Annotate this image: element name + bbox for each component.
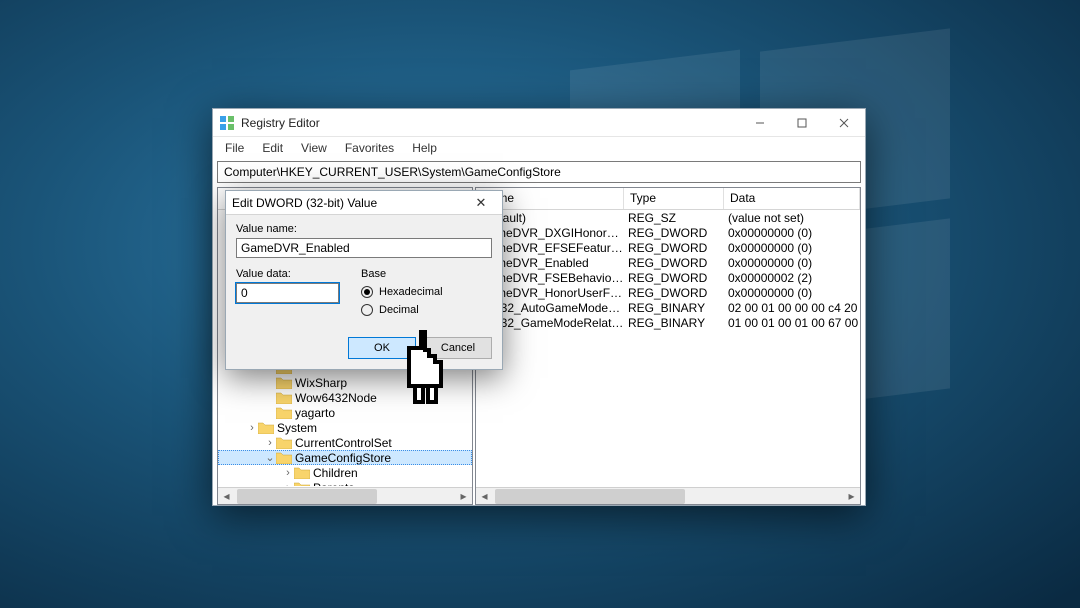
expand-icon[interactable]: ⌄ [264, 451, 276, 464]
radio-icon [361, 304, 373, 316]
value-row[interactable]: GameDVR_HonorUserFSEB...REG_DWORD0x00000… [476, 285, 860, 300]
window-title: Registry Editor [241, 116, 739, 130]
expand-icon[interactable]: › [264, 437, 276, 449]
value-type: REG_DWORD [624, 286, 724, 300]
folder-icon [294, 481, 310, 486]
tree-item[interactable]: › Parents [218, 480, 472, 486]
value-type: REG_SZ [624, 211, 724, 225]
scroll-right-icon[interactable]: ▸ [455, 488, 472, 505]
values-header[interactable]: Name Type Data [476, 188, 860, 210]
folder-icon [276, 436, 292, 449]
value-row[interactable]: (Default)REG_SZ(value not set) [476, 210, 860, 225]
tree-item[interactable]: ⌄ GameConfigStore [218, 450, 472, 465]
folder-icon [294, 466, 310, 479]
value-type: REG_DWORD [624, 256, 724, 270]
values-pane: Name Type Data (Default)REG_SZ(value not… [475, 187, 861, 505]
radio-icon [361, 286, 373, 298]
tree-item-label: yagarto [295, 406, 335, 420]
value-row[interactable]: GameDVR_EnabledREG_DWORD0x00000000 (0) [476, 255, 860, 270]
dialog-title: Edit DWORD (32-bit) Value [232, 196, 466, 210]
scroll-left-icon[interactable]: ◂ [218, 488, 235, 505]
cancel-button[interactable]: Cancel [424, 337, 492, 359]
app-icon [219, 115, 235, 131]
values-horizontal-scrollbar[interactable]: ◂ ▸ [476, 487, 860, 504]
value-type: REG_BINARY [624, 316, 724, 330]
tree-item-label: Children [313, 466, 358, 480]
tree-item[interactable]: › CurrentControlSet [218, 435, 472, 450]
folder-icon [276, 376, 292, 389]
tree-item[interactable]: WixSharp [218, 375, 472, 390]
value-data: 0x00000000 (0) [724, 226, 860, 240]
expand-icon[interactable]: › [282, 482, 294, 487]
column-header-type[interactable]: Type [624, 188, 724, 209]
ok-button[interactable]: OK [348, 337, 416, 359]
value-row[interactable]: GameDVR_FSEBehaviorModeREG_DWORD0x000000… [476, 270, 860, 285]
value-name-label: Value name: [236, 223, 492, 235]
menu-help[interactable]: Help [404, 139, 445, 157]
edit-dword-dialog: Edit DWORD (32-bit) Value ✕ Value name: … [225, 190, 503, 370]
tree-item[interactable]: › System [218, 420, 472, 435]
menu-view[interactable]: View [293, 139, 335, 157]
tree-item-label: WixSharp [295, 376, 347, 390]
dialog-titlebar[interactable]: Edit DWORD (32-bit) Value ✕ [226, 191, 502, 215]
value-data: 02 00 01 00 00 00 c4 20 00 00 0 [724, 301, 860, 315]
value-type: REG_DWORD [624, 271, 724, 285]
value-row[interactable]: Win32_AutoGameModeDef...REG_BINARY02 00 … [476, 300, 860, 315]
base-group-label: Base [361, 268, 492, 280]
scroll-right-icon[interactable]: ▸ [843, 488, 860, 505]
expand-icon[interactable]: › [282, 467, 294, 479]
menu-favorites[interactable]: Favorites [337, 139, 402, 157]
tree-item-label: System [277, 421, 317, 435]
expand-icon[interactable]: › [246, 422, 258, 434]
value-row[interactable]: GameDVR_EFSEFeatureFlagsREG_DWORD0x00000… [476, 240, 860, 255]
radio-decimal[interactable]: Decimal [361, 301, 492, 319]
value-data: 0x00000000 (0) [724, 286, 860, 300]
menubar: File Edit View Favorites Help [213, 137, 865, 159]
folder-icon [276, 451, 292, 464]
value-data-input[interactable] [236, 283, 339, 303]
tree-item[interactable]: Wow6432Node [218, 390, 472, 405]
radio-hexadecimal[interactable]: Hexadecimal [361, 283, 492, 301]
menu-file[interactable]: File [217, 139, 252, 157]
address-bar[interactable]: Computer\HKEY_CURRENT_USER\System\GameCo… [217, 161, 861, 183]
value-data-label: Value data: [236, 268, 361, 280]
close-button[interactable] [823, 109, 865, 137]
scroll-left-icon[interactable]: ◂ [476, 488, 493, 505]
value-name-input[interactable] [236, 238, 492, 258]
value-data: (value not set) [724, 211, 860, 225]
value-data: 0x00000000 (0) [724, 256, 860, 270]
value-data: 0x00000002 (2) [724, 271, 860, 285]
tree-item-label: Parents [313, 481, 354, 487]
value-type: REG_DWORD [624, 241, 724, 255]
value-data: 01 00 01 00 01 00 67 00 61 00 6 [724, 316, 860, 330]
tree-item[interactable]: yagarto [218, 405, 472, 420]
value-type: REG_BINARY [624, 301, 724, 315]
dialog-close-button[interactable]: ✕ [466, 195, 496, 211]
tree-item-label: Wow6432Node [295, 391, 377, 405]
minimize-button[interactable] [739, 109, 781, 137]
tree-horizontal-scrollbar[interactable]: ◂ ▸ [218, 487, 472, 504]
column-header-data[interactable]: Data [724, 188, 860, 209]
value-type: REG_DWORD [624, 226, 724, 240]
tree-item-label: GameConfigStore [295, 451, 391, 465]
folder-icon [276, 406, 292, 419]
folder-icon [276, 391, 292, 404]
value-row[interactable]: GameDVR_DXGIHonorFSE...REG_DWORD0x000000… [476, 225, 860, 240]
tree-item-label: CurrentControlSet [295, 436, 392, 450]
value-data: 0x00000000 (0) [724, 241, 860, 255]
maximize-button[interactable] [781, 109, 823, 137]
menu-edit[interactable]: Edit [254, 139, 291, 157]
value-row[interactable]: Win32_GameModeRelated...REG_BINARY01 00 … [476, 315, 860, 330]
folder-icon [258, 421, 274, 434]
titlebar[interactable]: Registry Editor [213, 109, 865, 137]
tree-item[interactable]: › Children [218, 465, 472, 480]
